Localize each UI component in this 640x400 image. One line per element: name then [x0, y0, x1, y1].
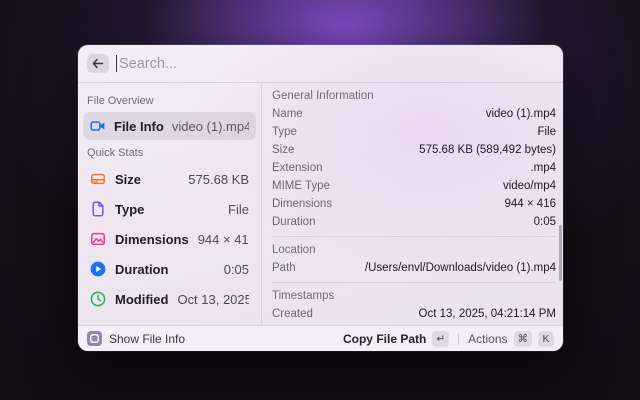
detail-section-title: General Information — [272, 87, 556, 105]
search-input[interactable] — [116, 56, 554, 72]
sidebar-item-label: File Info — [114, 119, 164, 134]
play-circle-icon — [90, 261, 106, 277]
sidebar-item-size[interactable]: Size 575.68 KB — [83, 164, 256, 194]
detail-row: Dimensions 944 × 416 — [272, 195, 556, 213]
arrow-left-icon — [92, 58, 104, 69]
stat-label: Type — [115, 202, 144, 217]
sidebar-item-dimensions[interactable]: Dimensions 944 × 416 — [83, 224, 256, 254]
sidebar-item-type[interactable]: Type File — [83, 194, 256, 224]
footer-bar: Show File Info Copy File Path ↵ Actions … — [78, 325, 563, 351]
detail-section: General Information Name video (1).mp4 T… — [272, 87, 556, 231]
stat-value: 575.68 KB — [188, 172, 249, 187]
search-field-wrap — [116, 52, 554, 76]
detail-row-value: /Users/envl/Downloads/video (1).mp4 — [365, 259, 556, 277]
detail-row-key: Path — [272, 259, 296, 277]
stat-value: File — [228, 202, 249, 217]
footer-divider — [458, 333, 459, 345]
detail-panel: General Information Name video (1).mp4 T… — [262, 83, 563, 325]
detail-row-value: .mp4 — [530, 159, 556, 177]
video-camera-icon — [90, 118, 106, 134]
detail-section: Timestamps Created Oct 13, 2025, 04:21:1… — [272, 282, 556, 325]
command-key-badge: ⌘ — [514, 331, 533, 347]
stat-value: Oct 13, 2025, 04:2… — [177, 292, 249, 307]
text-caret — [116, 55, 117, 72]
k-key-badge: K — [538, 331, 554, 347]
detail-row-key: Extension — [272, 159, 323, 177]
search-bar — [78, 45, 563, 83]
detail-row-key: MIME Type — [272, 177, 330, 195]
detail-row-value: video/mp4 — [503, 177, 556, 195]
image-icon — [90, 231, 106, 247]
detail-row-value: 0:05 — [534, 213, 556, 231]
detail-row-key: Type — [272, 123, 297, 141]
detail-row: Type File — [272, 123, 556, 141]
detail-row-value: 944 × 416 — [505, 195, 556, 213]
detail-row: Duration 0:05 — [272, 213, 556, 231]
detail-row-value: 575.68 KB (589,492 bytes) — [419, 141, 556, 159]
sidebar-item-value: video (1).mp4 — [172, 119, 249, 134]
detail-row: Path /Users/envl/Downloads/video (1).mp4 — [272, 259, 556, 277]
scrollbar-thumb[interactable] — [559, 225, 562, 281]
command-name-label: Show File Info — [109, 332, 185, 346]
stat-label: Duration — [115, 262, 168, 277]
detail-row-value: video (1).mp4 — [486, 105, 556, 123]
return-key-badge: ↵ — [432, 331, 449, 347]
copy-file-path-button[interactable]: Copy File Path — [343, 332, 426, 346]
sidebar-item-file-info[interactable]: File Info video (1).mp4 — [83, 112, 256, 140]
document-icon — [90, 201, 106, 217]
hard-drive-icon — [90, 171, 106, 187]
detail-row-key: Size — [272, 141, 294, 159]
sidebar-section-label: File Overview — [87, 95, 252, 107]
stat-value: 0:05 — [224, 262, 249, 277]
stat-value: 944 × 416 — [198, 232, 249, 247]
sidebar-section-label: Quick Stats — [87, 147, 252, 159]
stat-label: Dimensions — [115, 232, 189, 247]
main-area: File Overview File Info video (1).mp4 Qu… — [78, 83, 563, 325]
detail-row: Created Oct 13, 2025, 04:21:14 PM — [272, 305, 556, 323]
sidebar-item-duration[interactable]: Duration 0:05 — [83, 254, 256, 284]
detail-row: Modified Oct 13, 2025, 04:21:15 PM — [272, 323, 556, 325]
detail-row: Extension .mp4 — [272, 159, 556, 177]
detail-row-key: Name — [272, 105, 303, 123]
detail-row: Name video (1).mp4 — [272, 105, 556, 123]
back-button[interactable] — [87, 54, 109, 73]
sidebar-item-modified[interactable]: Modified Oct 13, 2025, 04:2… — [83, 284, 256, 314]
actions-button[interactable]: Actions — [468, 332, 507, 346]
sidebar-section: Quick Stats Size 575.68 KB Type File Dim… — [83, 147, 256, 314]
detail-row: MIME Type video/mp4 — [272, 177, 556, 195]
detail-row-key: Modified — [272, 323, 315, 325]
stat-label: Size — [115, 172, 141, 187]
detail-row: Size 575.68 KB (589,492 bytes) — [272, 141, 556, 159]
detail-row-value: Oct 13, 2025, 04:21:14 PM — [419, 305, 556, 323]
detail-section-title: Timestamps — [272, 287, 556, 305]
sidebar-section: File Overview File Info video (1).mp4 — [83, 95, 256, 140]
sidebar: File Overview File Info video (1).mp4 Qu… — [78, 83, 262, 325]
extension-icon — [87, 331, 102, 346]
detail-section: Location Path /Users/envl/Downloads/vide… — [272, 236, 556, 277]
stat-label: Modified — [115, 292, 168, 307]
detail-row-key: Duration — [272, 213, 315, 231]
detail-row-key: Dimensions — [272, 195, 332, 213]
detail-row-value: File — [537, 123, 556, 141]
detail-row-value: Oct 13, 2025, 04:21:15 PM — [419, 323, 556, 325]
detail-row-key: Created — [272, 305, 313, 323]
detail-section-title: Location — [272, 241, 556, 259]
file-info-window: File Overview File Info video (1).mp4 Qu… — [78, 45, 563, 351]
clock-icon — [90, 291, 106, 307]
